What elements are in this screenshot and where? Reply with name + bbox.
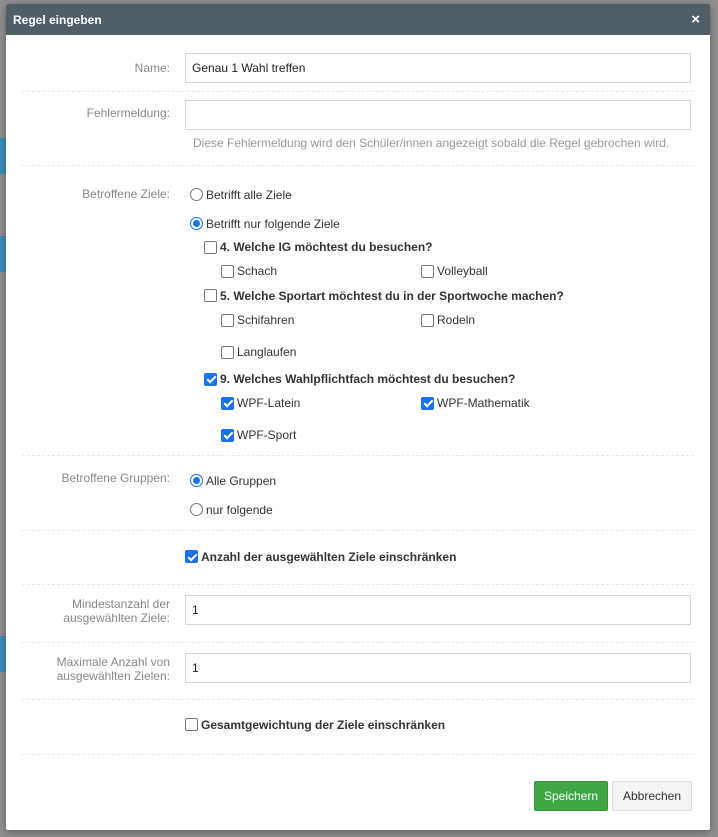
targets-all-radio[interactable]: [190, 188, 203, 201]
option-wpf-latein[interactable]: WPF-Latein: [221, 391, 421, 415]
error-message-label: Fehlermeldung:: [86, 106, 170, 120]
option-wpf-mathematik-text: WPF-Mathematik: [437, 396, 530, 410]
option-langlaufen[interactable]: Langlaufen: [221, 331, 421, 367]
rule-dialog: Regel eingeben × Name: Fehlermeldung: Di…: [6, 4, 710, 830]
targets-all-option[interactable]: Betrifft alle Ziele: [190, 180, 691, 209]
groups-all-text: Alle Gruppen: [206, 473, 277, 488]
question-4-options: Schach Volleyball: [204, 260, 691, 282]
question-9[interactable]: 9. Welches Wahlpflichtfach möchtest du b…: [204, 367, 691, 391]
dialog-footer: Speichern Abbrechen: [6, 770, 710, 830]
option-wpf-sport-text: WPF-Sport: [237, 428, 297, 442]
question-5-options: Schifahren Rodeln Langlaufen: [204, 309, 691, 367]
question-9-options: WPF-Latein WPF-Mathematik WPF-Sport: [204, 391, 691, 449]
name-label: Name:: [134, 61, 170, 75]
option-wpf-sport-checkbox[interactable]: [221, 428, 234, 442]
targets-row: Betroffene Ziele: Betrifft alle Ziele Be…: [22, 166, 694, 456]
option-wpf-mathematik-checkbox[interactable]: [421, 396, 434, 410]
groups-some-radio[interactable]: [190, 503, 203, 516]
targets-some-radio[interactable]: [190, 217, 203, 230]
dialog-header: Regel eingeben ×: [6, 4, 710, 35]
dialog-title: Regel eingeben: [13, 12, 102, 27]
option-schifahren-checkbox[interactable]: [221, 313, 234, 327]
question-9-checkbox[interactable]: [204, 372, 217, 386]
groups-all-radio[interactable]: [190, 474, 203, 487]
max-count-label: Maximale Anzahl von ausgewählten Zielen:: [56, 655, 170, 683]
groups-some-option[interactable]: nur folgende: [190, 495, 691, 524]
option-wpf-sport[interactable]: WPF-Sport: [221, 415, 421, 449]
question-5[interactable]: 5. Welche Sportart möchtest du in der Sp…: [204, 282, 691, 309]
option-wpf-latein-checkbox[interactable]: [221, 396, 234, 410]
question-list: 4. Welche IG möchtest du besuchen? Schac…: [190, 234, 691, 449]
min-count-label: Mindestanzahl der ausgewählten Ziele:: [63, 597, 170, 625]
limit-weight-spacer: [22, 710, 185, 754]
error-message-help: Diese Fehlermeldung wird den Schüler/inn…: [193, 136, 670, 150]
targets-all-text: Betrifft alle Ziele: [206, 187, 292, 202]
limit-count-spacer: [22, 542, 185, 584]
option-langlaufen-checkbox[interactable]: [221, 345, 234, 359]
cancel-button[interactable]: Abbrechen: [612, 781, 692, 811]
min-count-input[interactable]: [185, 595, 691, 625]
max-count-row: Maximale Anzahl von ausgewählten Zielen:: [22, 643, 694, 700]
question-4[interactable]: 4. Welche IG möchtest du besuchen?: [204, 234, 691, 260]
option-volleyball[interactable]: Volleyball: [421, 260, 621, 282]
option-langlaufen-text: Langlaufen: [237, 345, 297, 359]
limit-weight-checkbox[interactable]: [185, 718, 198, 731]
name-row: Name:: [22, 35, 694, 92]
question-4-checkbox[interactable]: [204, 240, 217, 254]
option-schach-text: Schach: [237, 264, 278, 278]
option-schach[interactable]: Schach: [221, 260, 421, 282]
max-count-input[interactable]: [185, 653, 691, 683]
limit-count-option[interactable]: Anzahl der ausgewählten Ziele einschränk…: [185, 542, 691, 571]
option-wpf-latein-text: WPF-Latein: [237, 396, 301, 410]
groups-all-option[interactable]: Alle Gruppen: [190, 466, 691, 495]
groups-label: Betroffene Gruppen:: [61, 471, 170, 485]
option-volleyball-text: Volleyball: [437, 264, 488, 278]
question-5-text: 5. Welche Sportart möchtest du in der Sp…: [220, 288, 564, 303]
option-schifahren[interactable]: Schifahren: [221, 309, 421, 331]
option-rodeln-checkbox[interactable]: [421, 313, 434, 327]
option-rodeln[interactable]: Rodeln: [421, 309, 621, 331]
question-4-text: 4. Welche IG möchtest du besuchen?: [220, 240, 433, 254]
option-wpf-mathematik[interactable]: WPF-Mathematik: [421, 391, 621, 415]
groups-some-text: nur folgende: [206, 502, 273, 517]
limit-count-checkbox[interactable]: [185, 550, 198, 563]
error-message-input[interactable]: [185, 100, 691, 130]
question-9-text: 9. Welches Wahlpflichtfach möchtest du b…: [220, 372, 516, 386]
targets-label: Betroffene Ziele:: [82, 187, 170, 201]
name-input[interactable]: [185, 53, 691, 83]
question-5-checkbox[interactable]: [204, 289, 217, 302]
limit-count-row: Anzahl der ausgewählten Ziele einschränk…: [22, 531, 694, 585]
targets-some-text: Betrifft nur folgende Ziele: [206, 216, 340, 231]
min-count-row: Mindestanzahl der ausgewählten Ziele:: [22, 585, 694, 643]
limit-count-text: Anzahl der ausgewählten Ziele einschränk…: [201, 549, 457, 564]
limit-weight-row: Gesamtgewichtung der Ziele einschränken: [22, 700, 694, 755]
save-button[interactable]: Speichern: [534, 781, 608, 811]
dialog-body: Name: Fehlermeldung: Diese Fehlermeldung…: [6, 35, 710, 755]
close-icon[interactable]: ×: [691, 12, 700, 27]
option-schach-checkbox[interactable]: [221, 264, 234, 278]
option-rodeln-text: Rodeln: [437, 313, 476, 327]
limit-weight-option[interactable]: Gesamtgewichtung der Ziele einschränken: [185, 710, 691, 739]
groups-row: Betroffene Gruppen: Alle Gruppen nur fol…: [22, 456, 694, 531]
limit-weight-text: Gesamtgewichtung der Ziele einschränken: [201, 717, 446, 732]
option-schifahren-text: Schifahren: [237, 313, 295, 327]
error-message-row: Fehlermeldung: Diese Fehlermeldung wird …: [22, 92, 694, 166]
option-volleyball-checkbox[interactable]: [421, 264, 434, 278]
